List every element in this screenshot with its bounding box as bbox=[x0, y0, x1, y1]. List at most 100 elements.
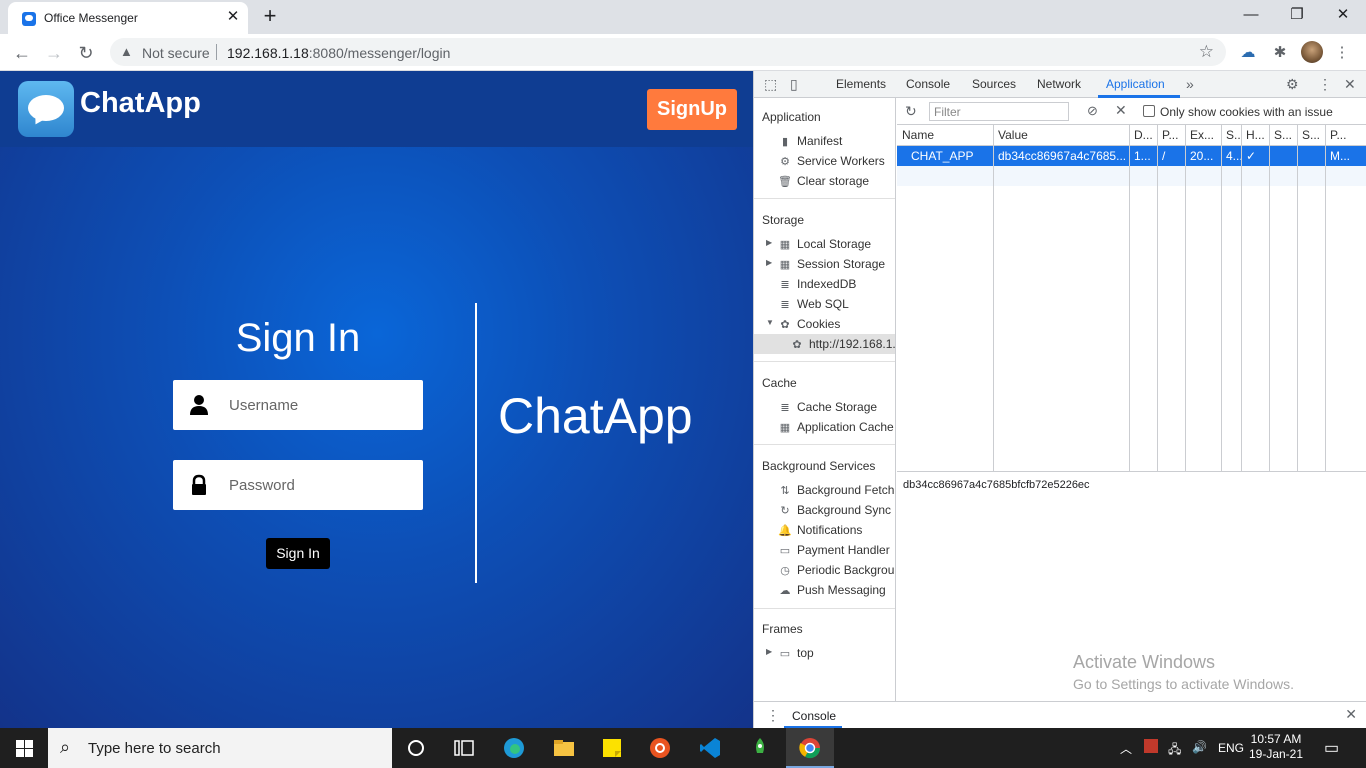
antivirus-tray-icon[interactable] bbox=[1144, 739, 1158, 753]
bookmark-star-icon[interactable]: ☆ bbox=[1199, 42, 1214, 62]
expand-arrow-icon[interactable]: ▶ bbox=[766, 238, 772, 247]
devtools-menu-icon[interactable]: ⋮ bbox=[1318, 76, 1332, 93]
close-window-button[interactable]: ✕ bbox=[1320, 0, 1366, 30]
start-button[interactable] bbox=[0, 728, 48, 768]
sidebar-item-clear-storage[interactable]: 🗑 Clear storage bbox=[778, 171, 869, 191]
column-header[interactable]: Name bbox=[902, 128, 934, 142]
table-cell[interactable]: CHAT_APP bbox=[911, 149, 973, 163]
volume-icon[interactable]: 🔊 bbox=[1192, 740, 1207, 754]
tab-network[interactable]: Network bbox=[1037, 77, 1081, 91]
cloud-extension-icon[interactable]: ☁ bbox=[1237, 42, 1259, 64]
sidebar-item-local-storage[interactable]: ▦ Local Storage bbox=[778, 234, 871, 254]
close-devtools-icon[interactable]: ✕ bbox=[1344, 76, 1356, 93]
table-row-empty[interactable] bbox=[897, 166, 1366, 186]
minimize-button[interactable]: — bbox=[1228, 0, 1274, 30]
sidebar-item-manifest[interactable]: ▮ Manifest bbox=[778, 131, 842, 151]
sidebar-item-notifications[interactable]: 🔔 Notifications bbox=[778, 520, 862, 540]
column-header[interactable]: Value bbox=[998, 128, 1028, 142]
column-header[interactable]: S.. bbox=[1226, 128, 1241, 142]
sidebar-item-websql[interactable]: ≣ Web SQL bbox=[778, 294, 848, 314]
device-toolbar-icon[interactable]: ▯ bbox=[790, 76, 798, 93]
table-cell[interactable]: ✓ bbox=[1246, 149, 1256, 163]
column-header[interactable]: P... bbox=[1162, 128, 1178, 142]
delete-selected-icon[interactable]: ✕ bbox=[1115, 102, 1127, 119]
password-input[interactable] bbox=[229, 470, 409, 500]
table-cell[interactable]: 1... bbox=[1134, 149, 1151, 163]
table-cell[interactable]: db34cc86967a4c7685... bbox=[998, 149, 1126, 163]
tab-sources[interactable]: Sources bbox=[972, 77, 1016, 91]
taskbar-search[interactable]: ⌕ Type here to search bbox=[48, 728, 392, 768]
url-text[interactable]: 192.168.1.18:8080/messenger/login bbox=[227, 45, 450, 61]
column-header[interactable]: H... bbox=[1246, 128, 1265, 142]
column-header[interactable]: D... bbox=[1134, 128, 1153, 142]
tab-console[interactable]: Console bbox=[906, 77, 950, 91]
security-label[interactable]: Not secure bbox=[142, 45, 210, 61]
warning-icon[interactable]: ▲ bbox=[120, 44, 133, 59]
expand-arrow-icon[interactable]: ▶ bbox=[766, 258, 772, 267]
collapse-arrow-icon[interactable]: ▼ bbox=[766, 318, 774, 327]
filter-input[interactable] bbox=[929, 102, 1069, 121]
sidebar-item-indexeddb[interactable]: ≣ IndexedDB bbox=[778, 274, 856, 294]
network-icon[interactable]: 🖧 bbox=[1168, 740, 1181, 761]
extensions-puzzle-icon[interactable]: ✱ bbox=[1269, 42, 1291, 64]
sidebar-item-cookies[interactable]: ✿ Cookies bbox=[778, 314, 840, 334]
column-header[interactable]: S... bbox=[1302, 128, 1320, 142]
back-button[interactable]: ← bbox=[9, 40, 35, 66]
sidebar-item-cookie-origin[interactable]: ✿ http://192.168.1. bbox=[754, 334, 895, 354]
chrome-icon[interactable] bbox=[786, 728, 834, 768]
sidebar-item-application-cache[interactable]: ▦ Application Cache bbox=[778, 417, 894, 437]
sidebar-item-session-storage[interactable]: ▦ Session Storage bbox=[778, 254, 885, 274]
table-cell[interactable]: M... bbox=[1330, 149, 1350, 163]
column-header[interactable]: P... bbox=[1330, 128, 1346, 142]
taskbar-clock[interactable]: 10:57 AM 19-Jan-21 bbox=[1248, 732, 1304, 762]
more-tabs-icon[interactable]: » bbox=[1186, 76, 1194, 92]
show-hidden-icons[interactable]: ︿ bbox=[1120, 740, 1132, 757]
sticky-notes-icon[interactable] bbox=[588, 728, 636, 768]
settings-gear-icon[interactable]: ⚙ bbox=[1286, 76, 1299, 93]
signup-button[interactable]: SignUp bbox=[647, 89, 737, 130]
only-issues-checkbox[interactable] bbox=[1143, 105, 1155, 117]
sidebar-item-payment-handler[interactable]: ▭ Payment Handler bbox=[778, 540, 890, 560]
sidebar-item-background-fetch[interactable]: ⇅ Background Fetch bbox=[778, 480, 894, 500]
table-cell[interactable]: / bbox=[1162, 149, 1165, 163]
sidebar-item-push-messaging[interactable]: ☁ Push Messaging bbox=[778, 580, 886, 600]
close-tab-icon[interactable]: ✕ bbox=[224, 8, 242, 26]
sidebar-item-background-sync[interactable]: ↻ Background Sync bbox=[778, 500, 891, 520]
column-header[interactable]: S... bbox=[1274, 128, 1292, 142]
username-field[interactable] bbox=[173, 380, 423, 430]
reload-button[interactable]: ↻ bbox=[73, 40, 99, 66]
expand-arrow-icon[interactable]: ▶ bbox=[766, 647, 772, 656]
sidebar-item-periodic-sync[interactable]: ◷ Periodic Backgrour bbox=[778, 560, 895, 580]
table-cell[interactable]: 20... bbox=[1190, 149, 1213, 163]
cortana-icon[interactable] bbox=[392, 728, 440, 768]
language-indicator[interactable]: ENG bbox=[1218, 741, 1244, 755]
file-explorer-icon[interactable] bbox=[540, 728, 588, 768]
tab-application[interactable]: Application bbox=[1106, 77, 1165, 91]
browser-menu-icon[interactable]: ⋮ bbox=[1331, 42, 1353, 64]
profile-avatar[interactable] bbox=[1301, 41, 1323, 63]
notifications-icon[interactable]: ▭ bbox=[1324, 738, 1339, 758]
sidebar-item-service-workers[interactable]: ⚙ Service Workers bbox=[778, 151, 885, 171]
clear-all-cookies-icon[interactable]: ⊘ bbox=[1087, 103, 1098, 119]
sidebar-item-frame-top[interactable]: ▭ top bbox=[778, 643, 814, 663]
forward-button[interactable]: → bbox=[41, 40, 67, 66]
username-input[interactable] bbox=[229, 390, 409, 420]
new-tab-button[interactable]: + bbox=[258, 4, 282, 28]
inspect-element-icon[interactable]: ⬚ bbox=[764, 76, 777, 93]
task-view-icon[interactable] bbox=[440, 728, 488, 768]
drawer-menu-icon[interactable]: ⋮ bbox=[766, 707, 780, 724]
address-bar[interactable]: ▲ Not secure 192.168.1.18:8080/messenger… bbox=[110, 38, 1226, 66]
edge-icon[interactable] bbox=[490, 728, 538, 768]
column-header[interactable]: Ex... bbox=[1190, 128, 1214, 142]
rocket-app-icon[interactable] bbox=[736, 728, 784, 768]
tab-elements[interactable]: Elements bbox=[836, 77, 886, 91]
sidebar-item-cache-storage[interactable]: ≣ Cache Storage bbox=[778, 397, 877, 417]
signin-button[interactable]: Sign In bbox=[266, 538, 330, 569]
password-field[interactable] bbox=[173, 460, 423, 510]
ubuntu-icon[interactable] bbox=[636, 728, 684, 768]
drawer-tab-console[interactable]: Console bbox=[792, 709, 836, 723]
vscode-icon[interactable] bbox=[686, 728, 734, 768]
restore-button[interactable]: ❐ bbox=[1274, 0, 1320, 30]
browser-tab[interactable]: Office Messenger ✕ bbox=[8, 2, 248, 34]
close-drawer-icon[interactable]: ✕ bbox=[1345, 706, 1357, 723]
